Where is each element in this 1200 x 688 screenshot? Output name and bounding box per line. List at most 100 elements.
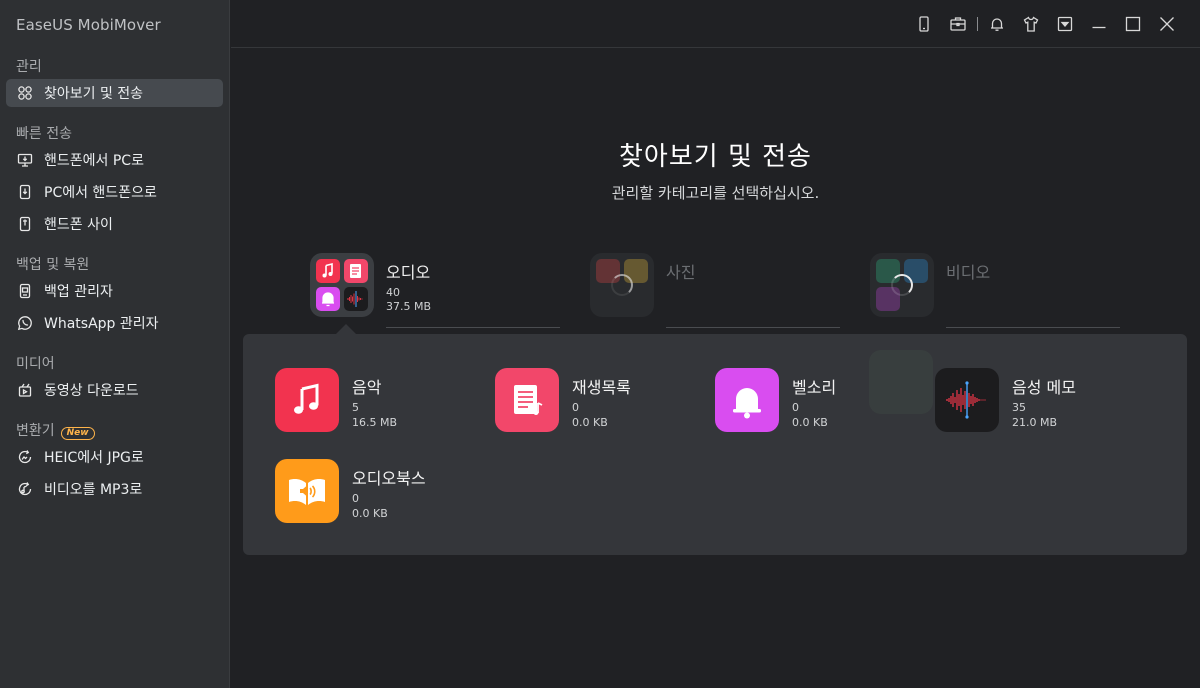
convert-image-icon	[16, 448, 34, 466]
page-title: 찾아보기 및 전송	[619, 142, 812, 172]
sidebar-item-backup-manager[interactable]: 백업 관리자	[6, 277, 223, 305]
section-converter: 변환기 New	[16, 420, 95, 440]
sidebar-item-label: WhatsApp 관리자	[44, 316, 159, 332]
window-controls	[907, 13, 1184, 35]
sidebar-item-pc-to-phone[interactable]: PC에서 핸드폰으로	[6, 178, 223, 206]
device-button[interactable]	[907, 13, 941, 35]
subcategory-name: 오디오북스	[352, 469, 426, 488]
category-divider	[946, 327, 1120, 328]
playlist-mini-icon	[344, 259, 368, 283]
voice-memo-mini-icon	[344, 287, 368, 311]
category-divider	[386, 327, 560, 328]
app-title: EaseUS MobiMover	[16, 16, 161, 34]
sidebar-item-phone-to-phone[interactable]: 핸드폰 사이	[6, 210, 223, 238]
category-name: 비디오	[946, 263, 991, 282]
category-name: 사진	[666, 263, 696, 282]
sidebar-item-phone-to-pc[interactable]: 핸드폰에서 PC로	[6, 146, 223, 174]
dropdown-menu-icon	[1057, 16, 1073, 32]
sidebar-item-label: 찾아보기 및 전송	[44, 86, 144, 102]
sidebar-item-label: 동영상 다운로드	[44, 383, 139, 399]
subcategory-count: 35	[1012, 401, 1026, 414]
backup-icon	[16, 282, 34, 300]
maximize-icon	[1125, 16, 1141, 32]
sidebar-item-heic-to-jpg[interactable]: HEIC에서 JPG로	[6, 443, 223, 471]
section-quick-transfer: 빠른 전송	[16, 126, 72, 142]
subcategory-name: 음성 메모	[1012, 378, 1076, 397]
toolbox-button[interactable]	[941, 13, 975, 35]
music-icon	[275, 368, 339, 432]
category-divider	[666, 327, 840, 328]
section-backup-restore: 백업 및 복원	[16, 257, 90, 273]
subcategory-name: 음악	[352, 378, 382, 397]
sidebar-item-label: 비디오를 MP3로	[44, 482, 143, 498]
audiobook-icon	[275, 459, 339, 523]
loading-spinner	[611, 274, 633, 296]
loading-spinner	[891, 274, 913, 296]
subcategory-size: 16.5 MB	[352, 416, 398, 429]
sidebar-item-whatsapp-manager[interactable]: WhatsApp 관리자	[6, 309, 223, 337]
subcategory-ringtones[interactable]: 벨소리 0 0.0 KB	[715, 368, 915, 434]
voice-memo-icon	[935, 368, 999, 432]
bell-icon	[991, 18, 1003, 31]
sidebar-item-video-download[interactable]: 동영상 다운로드	[6, 376, 223, 404]
sidebar-item-browse-transfer[interactable]: 찾아보기 및 전송	[6, 79, 223, 107]
subcategory-audiobooks[interactable]: 오디오북스 0 0.0 KB	[275, 459, 475, 525]
subcategory-voice-memos[interactable]: 음성 메모 35 21.0 MB	[935, 368, 1135, 434]
audio-category-thumbnail	[310, 253, 374, 317]
sidebar-item-video-to-mp3[interactable]: 비디오를 MP3로	[6, 475, 223, 503]
subcategory-count: 0	[572, 401, 579, 414]
subcategory-size: 0.0 KB	[572, 416, 608, 429]
subcategory-count: 5	[352, 401, 359, 414]
page-subtitle: 관리할 카테고리를 선택하십시오.	[611, 184, 820, 202]
category-video[interactable]: 비디오	[870, 253, 1120, 329]
sidebar-item-label: 백업 관리자	[44, 284, 113, 300]
category-size: 37.5 MB	[386, 300, 432, 313]
sidebar-item-label: HEIC에서 JPG로	[44, 450, 144, 466]
close-button[interactable]	[1150, 13, 1184, 35]
phone-to-phone-icon	[16, 215, 34, 233]
sidebar: EaseUS MobiMover 관리 찾아보기 및 전송 빠른 전송 핸드폰에…	[0, 0, 230, 688]
phone-to-pc-icon	[16, 151, 34, 169]
minimize-button[interactable]	[1082, 13, 1116, 35]
category-photos[interactable]: 사진	[590, 253, 840, 329]
subcategory-name: 재생목록	[572, 378, 631, 397]
subcategory-count: 0	[352, 492, 359, 505]
top-bar	[231, 0, 1200, 48]
category-audio[interactable]: 오디오 40 37.5 MB	[310, 253, 560, 329]
section-converter-label: 변환기	[16, 423, 55, 439]
sidebar-item-label: PC에서 핸드폰으로	[44, 185, 157, 201]
subcategory-size: 0.0 KB	[792, 416, 828, 429]
pc-to-phone-icon	[16, 183, 34, 201]
subcategory-music[interactable]: 음악 5 16.5 MB	[275, 368, 475, 434]
tshirt-icon	[1023, 16, 1039, 32]
convert-audio-icon	[16, 480, 34, 498]
bell-ringtone-icon	[715, 368, 779, 432]
category-name: 오디오	[386, 263, 431, 282]
new-badge: New	[60, 427, 95, 440]
theme-button[interactable]	[1014, 13, 1048, 35]
close-icon	[1160, 17, 1174, 31]
subcategory-count: 0	[792, 401, 799, 414]
subcategory-size: 21.0 MB	[1012, 416, 1058, 429]
section-manage: 관리	[16, 59, 42, 75]
category-count: 40	[386, 286, 400, 299]
minimize-icon	[1092, 26, 1106, 29]
grid-icon	[16, 84, 34, 102]
phone-icon	[919, 16, 929, 32]
sidebar-item-label: 핸드폰 사이	[44, 217, 113, 233]
sidebar-item-label: 핸드폰에서 PC로	[44, 153, 144, 169]
music-mini-icon	[316, 259, 340, 283]
subcategory-playlists[interactable]: 재생목록 0 0.0 KB	[495, 368, 695, 434]
menu-button[interactable]	[1048, 13, 1082, 35]
subcategory-name: 벨소리	[792, 378, 837, 397]
subcategory-size: 0.0 KB	[352, 507, 388, 520]
notifications-button[interactable]	[980, 13, 1014, 35]
section-media: 미디어	[16, 356, 55, 372]
audio-subcategory-panel: 음악 5 16.5 MB 재생목록 0 0.0 KB 벨소리 0 0.0 KB …	[243, 334, 1187, 555]
maximize-button[interactable]	[1116, 13, 1150, 35]
panel-pointer	[336, 324, 356, 334]
briefcase-icon	[950, 17, 966, 31]
playlist-icon	[495, 368, 559, 432]
ringtone-mini-icon	[316, 287, 340, 311]
toolbar-divider	[977, 17, 978, 31]
